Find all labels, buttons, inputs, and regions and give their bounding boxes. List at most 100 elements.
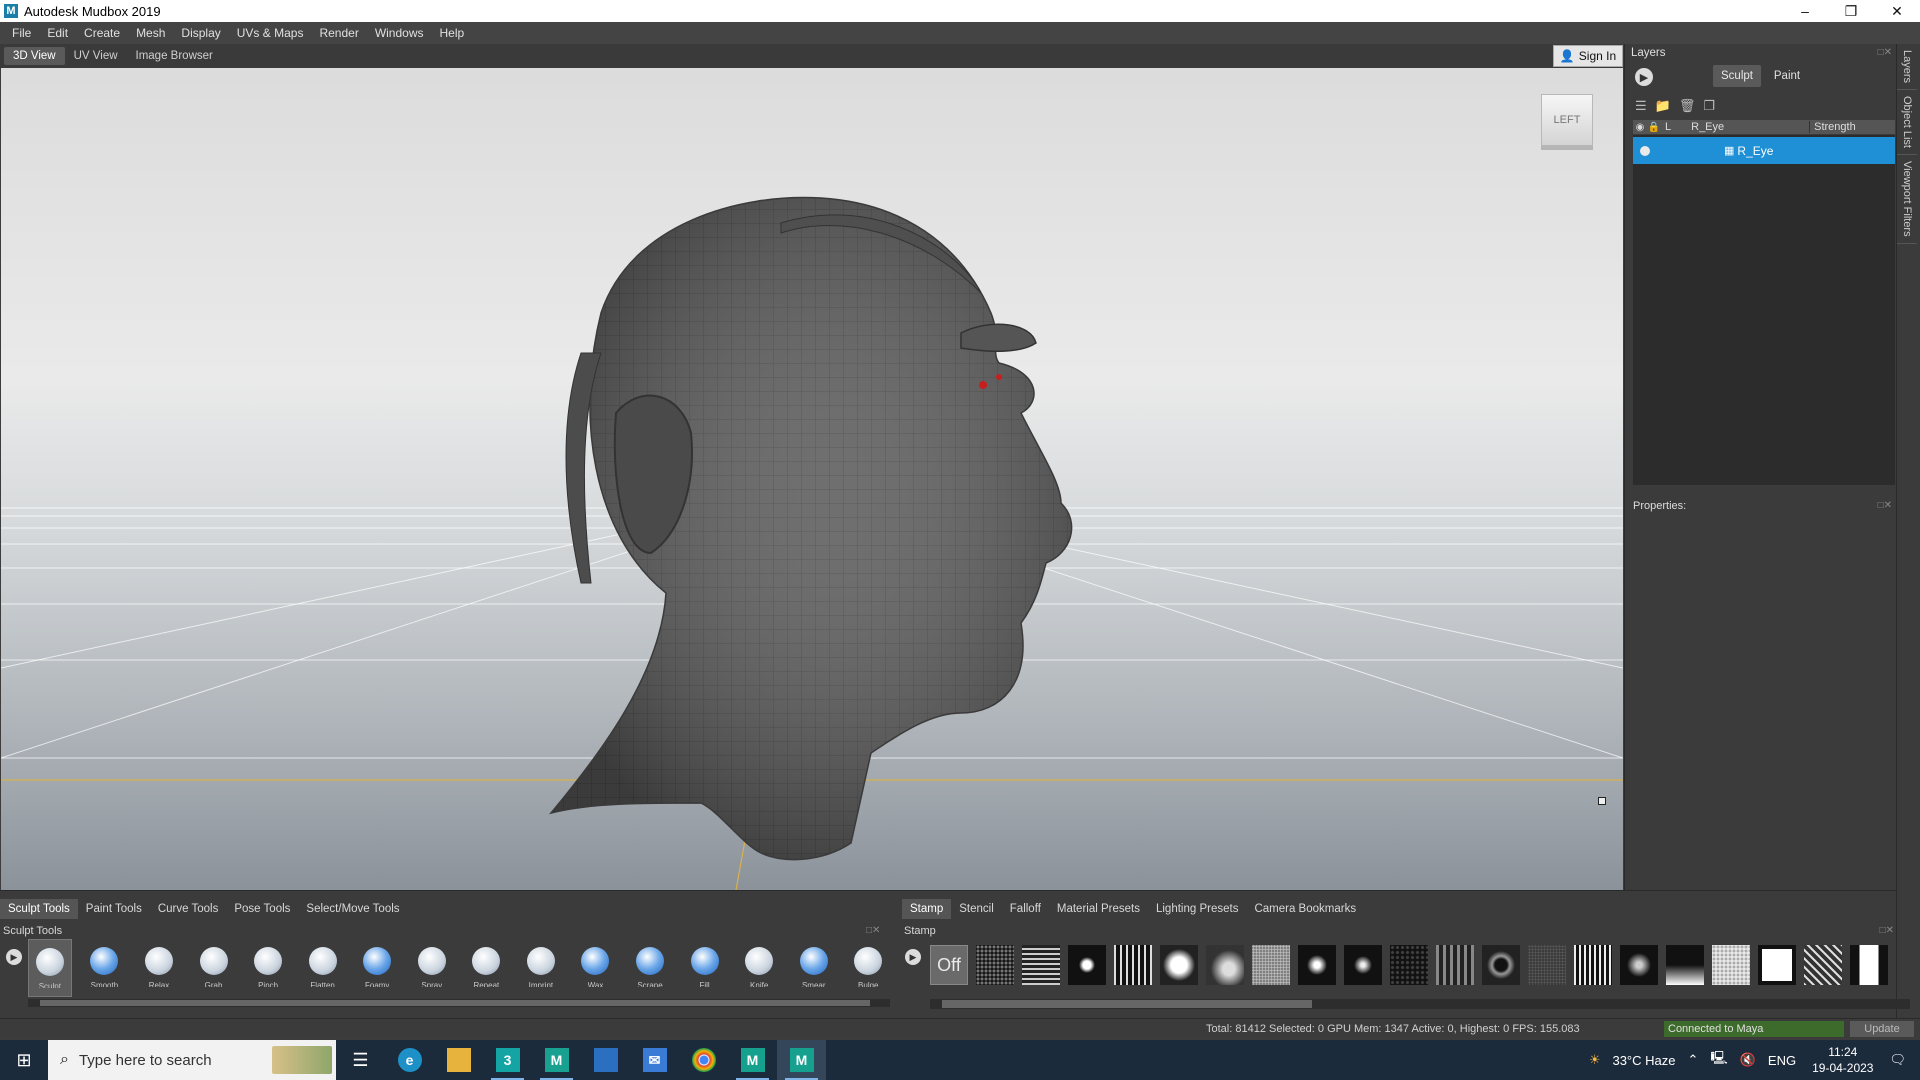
scrollbar-thumb[interactable] [40, 1000, 870, 1006]
tab-uv-view[interactable]: UV View [65, 47, 127, 65]
tab-camera-bookmarks[interactable]: Camera Bookmarks [1246, 899, 1364, 919]
stamp-gradient-thumbnail[interactable] [1666, 945, 1704, 985]
network-icon[interactable]: 🖳 [1704, 1049, 1733, 1071]
duplicate-layer-icon[interactable]: ❐ [1703, 98, 1715, 114]
tool-tray-arrow-icon[interactable]: ▶ [6, 949, 22, 965]
stamp-texture-thumbnail[interactable] [1712, 945, 1750, 985]
stamp-burst-thumbnail[interactable] [1160, 945, 1198, 985]
expand-arrow-icon[interactable]: ▶ [1635, 68, 1653, 86]
tab-stencil[interactable]: Stencil [951, 899, 1002, 919]
tool-grab[interactable]: Grab [192, 939, 236, 997]
clock[interactable]: 11:24 19-04-2023 [1802, 1044, 1883, 1076]
stamp-speckle-thumbnail[interactable] [1252, 945, 1290, 985]
stamp-splat-thumbnail[interactable] [1068, 945, 1106, 985]
tool-repeat[interactable]: Repeat [465, 939, 509, 997]
tool-tray-scrollbar[interactable] [28, 999, 890, 1007]
delete-layer-icon[interactable]: 🗑 [1679, 98, 1696, 114]
weather-icon[interactable]: ☀ [1583, 1052, 1607, 1068]
menu-edit[interactable]: Edit [39, 26, 76, 40]
new-layer-icon[interactable]: ☰ [1635, 98, 1647, 114]
tab-sculpt-layers[interactable]: Sculpt [1713, 65, 1761, 87]
update-button[interactable]: Update [1850, 1021, 1914, 1037]
tab-lighting-presets[interactable]: Lighting Presets [1148, 899, 1246, 919]
stamp-flake-thumbnail[interactable] [1620, 945, 1658, 985]
tool-bulge[interactable]: Bulge [847, 939, 891, 997]
chevron-up-icon[interactable]: ⌃ [1681, 1052, 1704, 1068]
menu-render[interactable]: Render [311, 26, 366, 40]
stamp-cloud-thumbnail[interactable] [1206, 945, 1244, 985]
file-explorer-icon[interactable] [434, 1040, 483, 1080]
view-cube[interactable]: LEFT [1541, 94, 1593, 146]
taskbar-search[interactable]: ⌕ Type here to search [48, 1040, 336, 1080]
menu-mesh[interactable]: Mesh [128, 26, 173, 40]
menu-help[interactable]: Help [432, 26, 473, 40]
tab-falloff[interactable]: Falloff [1002, 899, 1049, 919]
stamp-ring-thumbnail[interactable] [1482, 945, 1520, 985]
tool-smooth[interactable]: Smooth [83, 939, 127, 997]
store-icon[interactable] [581, 1040, 630, 1080]
chrome-icon[interactable] [679, 1040, 728, 1080]
close-icon[interactable]: ✕ [1874, 0, 1920, 22]
tab-stamp[interactable]: Stamp [902, 899, 952, 919]
tab-sculpt-tools[interactable]: Sculpt Tools [0, 899, 78, 919]
folder-icon[interactable]: 📁 [1655, 98, 1671, 114]
properties-controls-icon[interactable]: □✕ [1878, 500, 1892, 511]
menu-file[interactable]: File [4, 26, 39, 40]
stamp-star-thumbnail[interactable] [1298, 945, 1336, 985]
tool-imprint[interactable]: Imprint [519, 939, 563, 997]
weather-text[interactable]: 33°C Haze [1606, 1053, 1681, 1068]
stamp-stripes-thumbnail[interactable] [1114, 945, 1152, 985]
tab-image-browser[interactable]: Image Browser [127, 47, 222, 65]
side-tab-layers[interactable]: Layers [1897, 44, 1917, 91]
tab-pose-tools[interactable]: Pose Tools [226, 899, 298, 919]
minimize-icon[interactable]: – [1782, 0, 1828, 22]
tool-wax[interactable]: Wax [574, 939, 618, 997]
stamp-sparkle-thumbnail[interactable] [1344, 945, 1382, 985]
menu-uvs-maps[interactable]: UVs & Maps [229, 26, 312, 40]
notifications-icon[interactable]: 🗨 [1883, 1052, 1920, 1068]
sign-in-button[interactable]: 👤 Sign In [1553, 45, 1623, 67]
tab-paint-tools[interactable]: Paint Tools [78, 899, 150, 919]
tool-pinch[interactable]: Pinch [246, 939, 290, 997]
mudbox-active-taskbar-icon[interactable]: M [777, 1040, 826, 1080]
tool-foamy[interactable]: Foamy [355, 939, 399, 997]
viewport-3d[interactable]: LEFT [1, 68, 1623, 890]
menu-create[interactable]: Create [76, 26, 128, 40]
tool-flatten[interactable]: Flatten [301, 939, 345, 997]
tab-paint-layers[interactable]: Paint [1765, 65, 1809, 87]
stamp-bar-thumbnail[interactable] [1850, 945, 1888, 985]
maya-icon[interactable]: M [532, 1040, 581, 1080]
stamp-crack-thumbnail[interactable] [1804, 945, 1842, 985]
side-tab-viewport-filters[interactable]: Viewport Filters [1897, 155, 1917, 244]
mail-icon[interactable]: ✉ [630, 1040, 679, 1080]
tab-material-presets[interactable]: Material Presets [1049, 899, 1148, 919]
tool-fill[interactable]: Fill [683, 939, 727, 997]
tool-relax[interactable]: Relax [137, 939, 181, 997]
stamp-bars-thumbnail[interactable] [1436, 945, 1474, 985]
tab-3d-view[interactable]: 3D View [4, 47, 65, 65]
windows-start-icon[interactable]: ⊞ [0, 1040, 48, 1080]
menu-display[interactable]: Display [173, 26, 228, 40]
tool-smear[interactable]: Smear [792, 939, 836, 997]
restore-icon[interactable]: ❐ [1828, 0, 1874, 22]
layer-row-r-eye[interactable]: ▦ R_Eye [1633, 137, 1895, 164]
stamp-tray-scrollbar[interactable] [930, 999, 1910, 1009]
menu-windows[interactable]: Windows [367, 26, 432, 40]
task-view-icon[interactable]: ☰ [336, 1040, 385, 1080]
side-tab-object-list[interactable]: Object List [1897, 90, 1917, 155]
3dsmax-icon[interactable]: 3 [483, 1040, 532, 1080]
tool-knife[interactable]: Knife [737, 939, 781, 997]
language-indicator[interactable]: ENG [1762, 1053, 1802, 1068]
head-mesh[interactable] [521, 153, 1081, 873]
panel-controls-icon[interactable]: □✕ [1878, 47, 1892, 58]
resize-handle-icon[interactable] [1598, 797, 1606, 805]
volume-muted-icon[interactable]: 🔇 [1734, 1052, 1762, 1068]
mudbox-taskbar-icon[interactable]: M [728, 1040, 777, 1080]
stamp-dark-noise-thumbnail[interactable] [1390, 945, 1428, 985]
scrollbar-thumb[interactable] [942, 1000, 1312, 1008]
stamp-white-thumbnail[interactable] [1758, 945, 1796, 985]
stamp-noise-thumbnail[interactable] [976, 945, 1014, 985]
stamp-off-button[interactable]: Off [930, 945, 968, 985]
tool-sculpt[interactable]: Sculpt [28, 939, 72, 997]
stamp-grid-thumbnail[interactable] [1022, 945, 1060, 985]
